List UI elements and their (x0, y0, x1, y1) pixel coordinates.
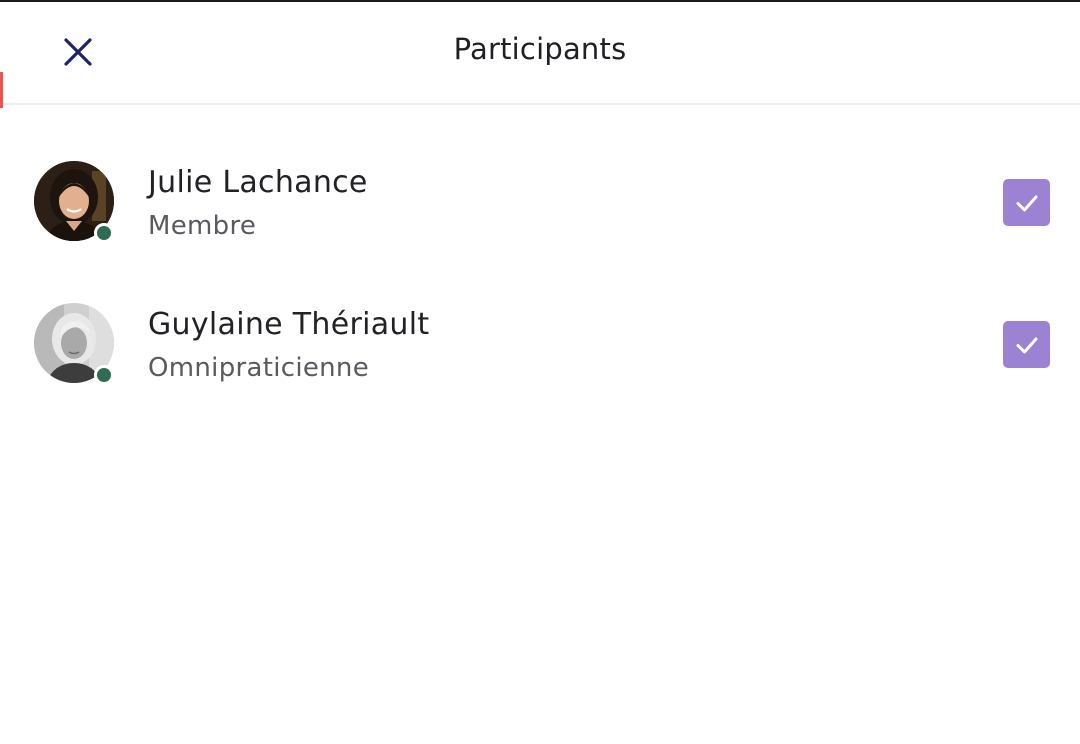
participant-checkbox[interactable] (1003, 321, 1050, 368)
participant-name: Guylaine Thériault (148, 307, 430, 342)
page-title: Participants (453, 32, 627, 66)
edge-accent (0, 72, 3, 108)
online-status-dot (94, 223, 114, 243)
participant-checkbox[interactable] (1003, 179, 1050, 226)
participants-screen: Participants Julie Lachance Membre Guyla… (0, 0, 1080, 744)
participant-name: Julie Lachance (148, 165, 368, 200)
header-bar: Participants (0, 2, 1080, 108)
avatar (34, 303, 116, 385)
checkmark-icon (1016, 337, 1037, 353)
participant-row[interactable]: Guylaine Thériault Omnipraticienne (0, 247, 1080, 389)
participant-list: Julie Lachance Membre Guylaine Thériault… (0, 105, 1080, 389)
participant-role: Membre (148, 211, 257, 241)
participant-row[interactable]: Julie Lachance Membre (0, 105, 1080, 247)
avatar (34, 161, 116, 243)
participant-role: Omnipraticienne (148, 353, 370, 383)
checkmark-icon (1016, 195, 1037, 211)
online-status-dot (94, 365, 114, 385)
